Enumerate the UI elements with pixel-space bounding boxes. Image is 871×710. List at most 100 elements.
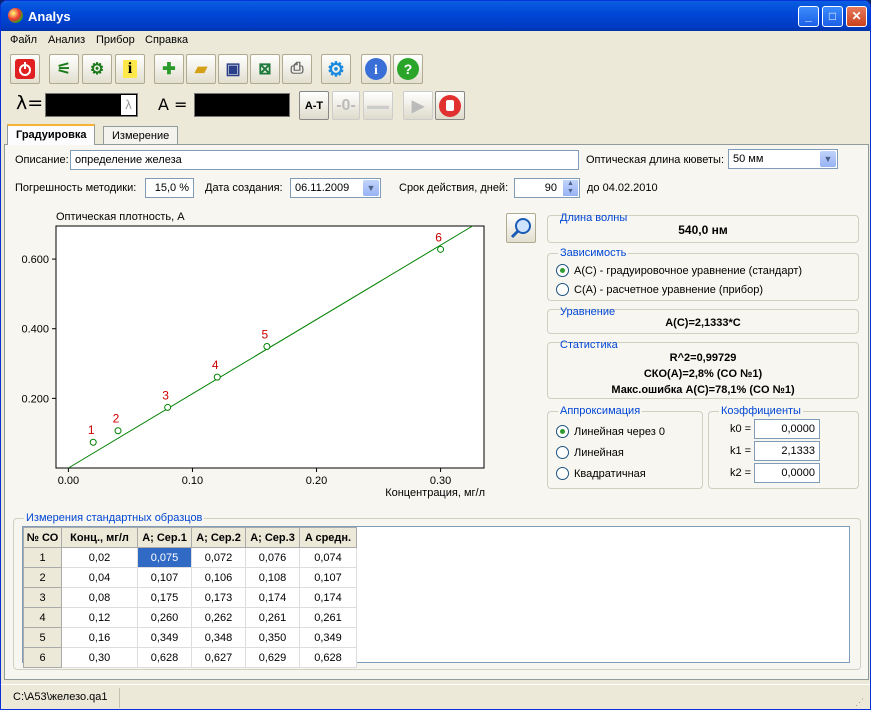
tab-calibration[interactable]: Градуировка bbox=[7, 124, 96, 145]
save-button[interactable]: ▣ bbox=[218, 54, 248, 84]
table-cell[interactable]: 0,02 bbox=[61, 547, 138, 568]
description-input[interactable]: определение железа bbox=[70, 150, 579, 170]
validity-input[interactable]: 90 ▲ ▼ bbox=[514, 178, 580, 198]
minimize-button[interactable]: _ bbox=[798, 6, 819, 27]
blank-button[interactable]: ▬▬ bbox=[363, 91, 393, 120]
about-button[interactable]: i bbox=[361, 54, 391, 84]
maximize-button[interactable]: □ bbox=[822, 6, 843, 27]
table-cell[interactable]: 0,260 bbox=[137, 607, 192, 628]
approx-linear-radio[interactable] bbox=[556, 446, 569, 459]
table-cell[interactable]: 0,04 bbox=[61, 567, 138, 588]
table-row[interactable]: 6 0,30 0,628 0,627 0,629 0,628 bbox=[23, 647, 357, 668]
k1-field[interactable]: 2,1333 bbox=[754, 441, 820, 461]
start-button[interactable]: ▶ bbox=[403, 91, 433, 120]
table-row[interactable]: 3 0,08 0,175 0,173 0,174 0,174 bbox=[23, 587, 357, 608]
table-cell[interactable]: 0,30 bbox=[61, 647, 138, 668]
at-toggle-button[interactable]: A-T bbox=[299, 91, 329, 120]
settings-button[interactable]: ⚙ bbox=[321, 54, 351, 84]
resize-grip-icon[interactable]: ⋰ bbox=[855, 697, 864, 708]
table-cell[interactable]: 0,075 bbox=[137, 547, 192, 568]
dep-ac-radio[interactable] bbox=[556, 264, 569, 277]
column-header[interactable]: № СО bbox=[23, 527, 62, 548]
table-cell[interactable]: 0,349 bbox=[299, 627, 357, 648]
table-cell[interactable]: 0,08 bbox=[61, 587, 138, 608]
info-button[interactable]: i bbox=[115, 54, 145, 84]
table-row[interactable]: 1 0,02 0,075 0,072 0,076 0,074 bbox=[23, 547, 357, 568]
dep-ca-radio[interactable] bbox=[556, 283, 569, 296]
table-cell[interactable]: 0,349 bbox=[137, 627, 192, 648]
help-button[interactable]: ? bbox=[393, 54, 423, 84]
table-cell[interactable]: 0,628 bbox=[137, 647, 192, 668]
table-cell[interactable]: 0,076 bbox=[245, 547, 300, 568]
stat-r2: R^2=0,99729 bbox=[669, 352, 737, 364]
row-header[interactable]: 5 bbox=[23, 627, 62, 648]
menu-analysis[interactable]: Анализ bbox=[48, 34, 85, 46]
glasses-icon: ▬▬ bbox=[367, 99, 389, 112]
new-document-icon: ✚ bbox=[162, 61, 176, 78]
tab-measurement[interactable]: Измерение bbox=[103, 126, 179, 145]
open-button[interactable]: ▰ bbox=[186, 54, 216, 84]
column-header[interactable]: A; Сер.2 bbox=[191, 527, 246, 548]
k2-field[interactable]: 0,0000 bbox=[754, 463, 820, 483]
table-cell[interactable]: 0,175 bbox=[137, 587, 192, 608]
table-cell[interactable]: 0,261 bbox=[299, 607, 357, 628]
table-row[interactable]: 5 0,16 0,349 0,348 0,350 0,349 bbox=[23, 627, 357, 648]
approx-quadratic-radio[interactable] bbox=[556, 467, 569, 480]
row-header[interactable]: 6 bbox=[23, 647, 62, 668]
zero-button[interactable]: -0- bbox=[332, 91, 360, 120]
method-error-input[interactable]: 15,0 % bbox=[145, 178, 194, 198]
print-button[interactable]: ⎙ bbox=[282, 54, 312, 84]
column-header[interactable]: A; Сер.1 bbox=[137, 527, 192, 548]
column-header[interactable]: A средн. bbox=[299, 527, 357, 548]
path-length-value: 50 мм bbox=[733, 153, 764, 165]
table-cell[interactable]: 0,628 bbox=[299, 647, 357, 668]
table-cell[interactable]: 0,262 bbox=[191, 607, 246, 628]
table-cell[interactable]: 0,108 bbox=[245, 567, 300, 588]
table-cell[interactable]: 0,348 bbox=[191, 627, 246, 648]
table-cell[interactable]: 0,350 bbox=[245, 627, 300, 648]
power-button[interactable] bbox=[10, 54, 40, 84]
menu-file[interactable]: Файл bbox=[10, 34, 37, 46]
table-row[interactable]: 2 0,04 0,107 0,106 0,108 0,107 bbox=[23, 567, 357, 588]
export-excel-button[interactable]: ⊠ bbox=[250, 54, 280, 84]
row-header[interactable]: 3 bbox=[23, 587, 62, 608]
table-row[interactable]: 4 0,12 0,260 0,262 0,261 0,261 bbox=[23, 607, 357, 628]
column-header[interactable]: A; Сер.3 bbox=[245, 527, 300, 548]
table-cell[interactable]: 0,106 bbox=[191, 567, 246, 588]
table-cell[interactable]: 0,173 bbox=[191, 587, 246, 608]
chevron-down-icon[interactable]: ▼ bbox=[820, 151, 836, 167]
approx-linear0-radio[interactable] bbox=[556, 425, 569, 438]
column-header[interactable]: Конц., мг/л bbox=[61, 527, 138, 548]
calendar-dropdown-icon[interactable]: ▼ bbox=[363, 180, 379, 196]
path-length-select[interactable]: 50 мм ▼ bbox=[728, 149, 838, 169]
row-header[interactable]: 4 bbox=[23, 607, 62, 628]
app-window: Analys _ □ ✕ Файл Анализ Прибор Справка … bbox=[0, 0, 871, 710]
plug-icon: ⚟ bbox=[56, 61, 72, 78]
table-cell[interactable]: 0,072 bbox=[191, 547, 246, 568]
table-cell[interactable]: 0,627 bbox=[191, 647, 246, 668]
app-logo-icon bbox=[8, 8, 23, 23]
table-cell[interactable]: 0,629 bbox=[245, 647, 300, 668]
table-cell[interactable]: 0,16 bbox=[61, 627, 138, 648]
stop-button[interactable] bbox=[435, 91, 465, 120]
stat-max-error: Макс.ошибка A(C)=78,1% (CO №1) bbox=[611, 384, 795, 396]
k0-field[interactable]: 0,0000 bbox=[754, 419, 820, 439]
table-cell[interactable]: 0,107 bbox=[299, 567, 357, 588]
row-header[interactable]: 2 bbox=[23, 567, 62, 588]
zoom-button[interactable] bbox=[506, 213, 536, 243]
table-cell[interactable]: 0,174 bbox=[299, 587, 357, 608]
row-header[interactable]: 1 bbox=[23, 547, 62, 568]
new-button[interactable]: ✚ bbox=[154, 54, 184, 84]
table-cell[interactable]: 0,261 bbox=[245, 607, 300, 628]
connect-button[interactable]: ⚟ bbox=[49, 54, 79, 84]
device-settings-button[interactable]: ⚙ bbox=[82, 54, 112, 84]
table-cell[interactable]: 0,107 bbox=[137, 567, 192, 588]
table-cell[interactable]: 0,074 bbox=[299, 547, 357, 568]
menu-device[interactable]: Прибор bbox=[96, 34, 135, 46]
creation-date-picker[interactable]: 06.11.2009 ▼ bbox=[290, 178, 381, 198]
spin-updown-icon[interactable]: ▲ ▼ bbox=[563, 180, 578, 196]
menu-help[interactable]: Справка bbox=[145, 34, 188, 46]
close-button[interactable]: ✕ bbox=[846, 6, 867, 27]
table-cell[interactable]: 0,12 bbox=[61, 607, 138, 628]
table-cell[interactable]: 0,174 bbox=[245, 587, 300, 608]
